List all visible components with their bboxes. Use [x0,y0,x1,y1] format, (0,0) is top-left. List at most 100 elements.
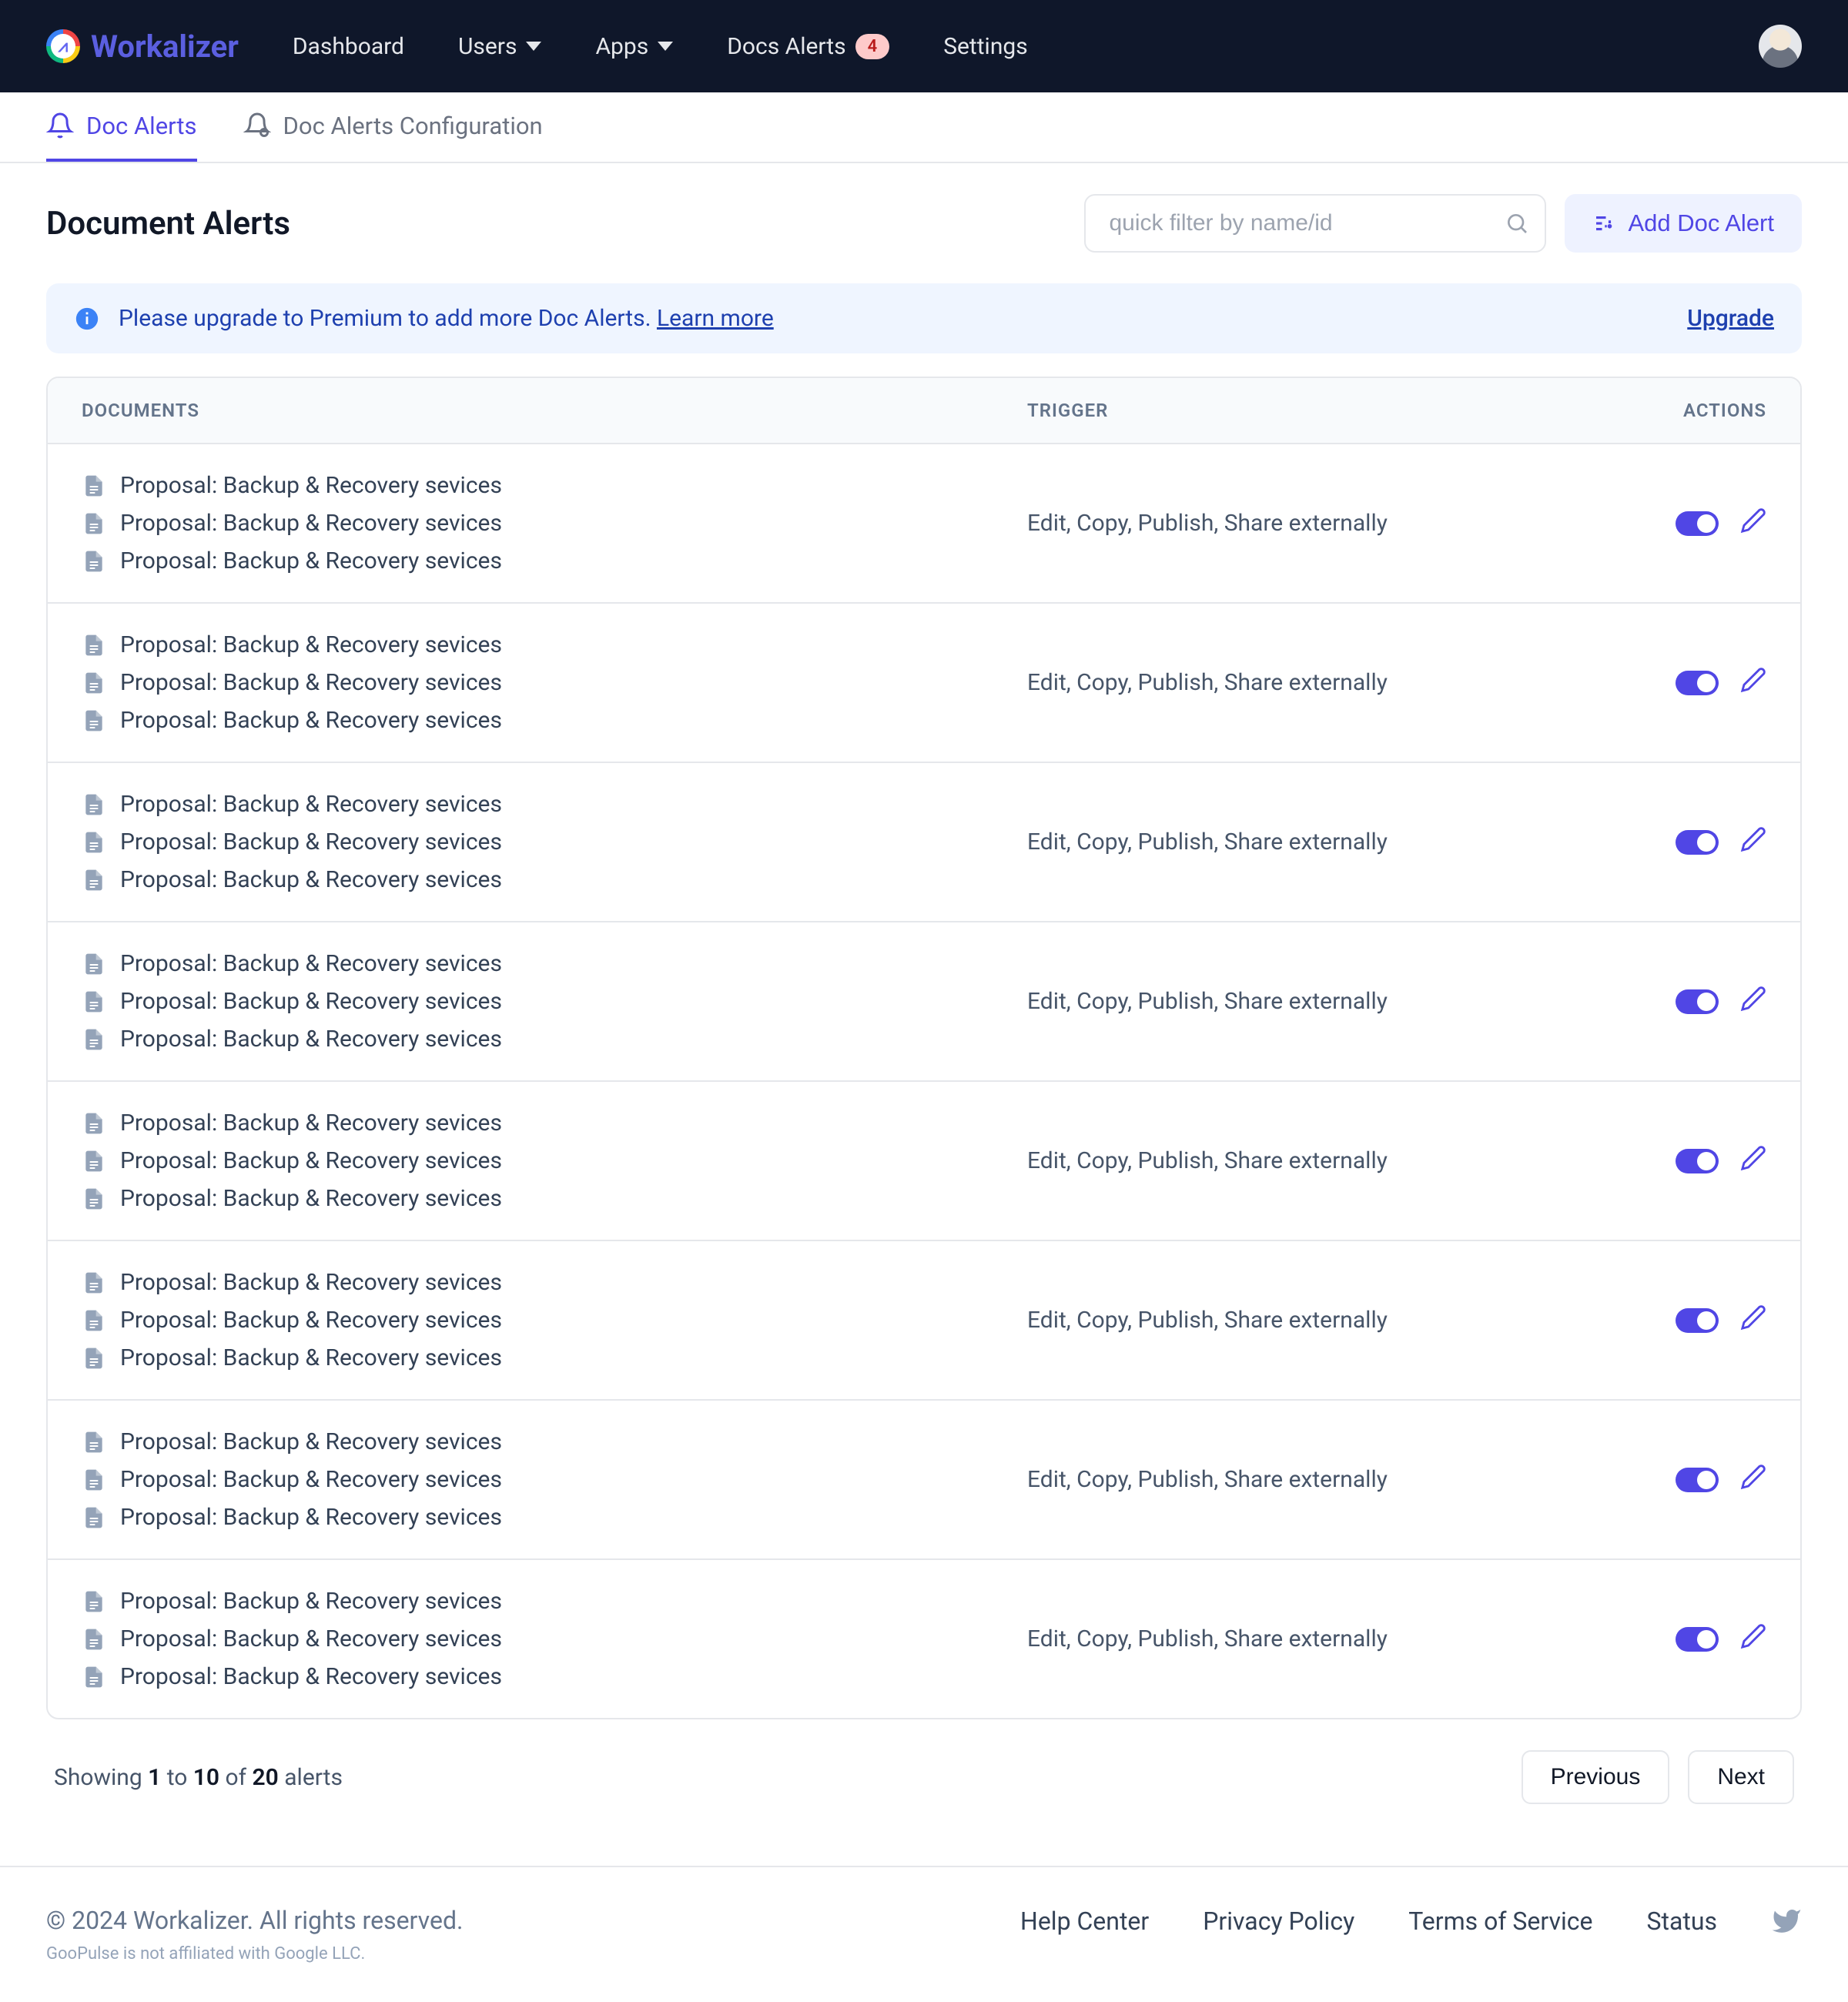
add-doc-alert-button[interactable]: Add Doc Alert [1565,194,1802,253]
document-item[interactable]: Proposal: Backup & Recovery sevices [82,1110,1027,1137]
edit-button[interactable] [1740,507,1766,540]
document-item[interactable]: Proposal: Backup & Recovery sevices [82,472,1027,499]
edit-button[interactable] [1740,1145,1766,1177]
enable-toggle[interactable] [1676,1468,1719,1492]
documents-cell: Proposal: Backup & Recovery sevices Propo… [82,791,1027,893]
info-icon [74,306,100,332]
document-icon [82,1627,106,1652]
enable-toggle[interactable] [1676,1627,1719,1652]
edit-button[interactable] [1740,986,1766,1018]
document-item[interactable]: Proposal: Backup & Recovery sevices [82,866,1027,893]
alerts-count-badge: 4 [855,34,890,59]
footer-help-link[interactable]: Help Center [1020,1907,1149,1936]
document-icon [82,1589,106,1614]
edit-button[interactable] [1740,826,1766,859]
document-item[interactable]: Proposal: Backup & Recovery sevices [82,950,1027,977]
footer-status-link[interactable]: Status [1647,1907,1718,1936]
footer-terms-link[interactable]: Terms of Service [1408,1907,1592,1936]
nav-users[interactable]: Users [458,33,542,60]
actions-cell [1628,667,1766,699]
document-item[interactable]: Proposal: Backup & Recovery sevices [82,1504,1027,1531]
trigger-cell: Edit, Copy, Publish, Share externally [1027,1625,1628,1652]
nav-apps[interactable]: Apps [595,33,673,60]
trigger-cell: Edit, Copy, Publish, Share externally [1027,669,1628,696]
actions-cell [1628,507,1766,540]
enable-toggle[interactable] [1676,830,1719,855]
document-item[interactable]: Proposal: Backup & Recovery sevices [82,631,1027,658]
copyright: © 2024 Workalizer. All rights reserved. [46,1906,463,1935]
previous-button[interactable]: Previous [1522,1750,1670,1804]
nav-dashboard[interactable]: Dashboard [293,33,404,60]
nav-docs-alerts[interactable]: Docs Alerts4 [727,33,889,60]
edit-icon [1740,986,1766,1012]
documents-cell: Proposal: Backup & Recovery sevices Propo… [82,1110,1027,1212]
document-item[interactable]: Proposal: Backup & Recovery sevices [82,1147,1027,1174]
next-button[interactable]: Next [1688,1750,1794,1804]
chevron-down-icon [658,42,673,51]
document-icon [82,1270,106,1295]
enable-toggle[interactable] [1676,511,1719,536]
document-item[interactable]: Proposal: Backup & Recovery sevices [82,988,1027,1015]
document-icon [82,830,106,855]
document-icon [82,1505,106,1530]
chevron-down-icon [526,42,541,51]
enable-toggle[interactable] [1676,989,1719,1014]
edit-button[interactable] [1740,1464,1766,1496]
table-row: Proposal: Backup & Recovery sevices Propo… [48,1399,1800,1558]
document-icon [82,1111,106,1136]
footer-privacy-link[interactable]: Privacy Policy [1203,1907,1354,1936]
edit-button[interactable] [1740,667,1766,699]
document-item[interactable]: Proposal: Backup & Recovery sevices [82,1269,1027,1296]
document-item[interactable]: Proposal: Backup & Recovery sevices [82,1307,1027,1334]
enable-toggle[interactable] [1676,1149,1719,1173]
documents-cell: Proposal: Backup & Recovery sevices Propo… [82,631,1027,734]
upgrade-banner: Please upgrade to Premium to add more Do… [46,283,1802,353]
edit-button[interactable] [1740,1623,1766,1656]
learn-more-link[interactable]: Learn more [657,305,774,332]
document-icon [82,549,106,574]
document-item[interactable]: Proposal: Backup & Recovery sevices [82,1026,1027,1053]
trigger-cell: Edit, Copy, Publish, Share externally [1027,829,1628,855]
table-header: DOCUMENTS TRIGGER ACTIONS [48,378,1800,443]
pagination: Showing 1 to 10 of 20 alerts Previous Ne… [46,1719,1802,1866]
documents-cell: Proposal: Backup & Recovery sevices Propo… [82,1269,1027,1371]
filter-input[interactable] [1084,194,1546,253]
app-header: ⩘ Workalizer Dashboard Users Apps Docs A… [0,0,1848,92]
document-item[interactable]: Proposal: Backup & Recovery sevices [82,791,1027,818]
trigger-cell: Edit, Copy, Publish, Share externally [1027,988,1628,1015]
document-item[interactable]: Proposal: Backup & Recovery sevices [82,547,1027,574]
table-row: Proposal: Backup & Recovery sevices Propo… [48,443,1800,602]
document-icon [82,1149,106,1173]
document-item[interactable]: Proposal: Backup & Recovery sevices [82,1588,1027,1615]
enable-toggle[interactable] [1676,671,1719,695]
document-item[interactable]: Proposal: Backup & Recovery sevices [82,669,1027,696]
alerts-table: DOCUMENTS TRIGGER ACTIONS Proposal: Back… [46,377,1802,1719]
nav-settings[interactable]: Settings [943,33,1028,60]
document-item[interactable]: Proposal: Backup & Recovery sevices [82,1185,1027,1212]
document-item[interactable]: Proposal: Backup & Recovery sevices [82,1428,1027,1455]
document-icon [82,792,106,817]
tab-doc-alerts-config[interactable]: Doc Alerts Configuration [243,92,543,162]
upgrade-link[interactable]: Upgrade [1687,305,1774,332]
logo[interactable]: ⩘ Workalizer [46,28,239,65]
document-item[interactable]: Proposal: Backup & Recovery sevices [82,1344,1027,1371]
document-item[interactable]: Proposal: Backup & Recovery sevices [82,1663,1027,1690]
tab-doc-alerts[interactable]: Doc Alerts [46,92,197,162]
document-icon [82,952,106,976]
document-item[interactable]: Proposal: Backup & Recovery sevices [82,829,1027,855]
document-icon [82,633,106,658]
twitter-icon[interactable] [1771,1906,1802,1937]
document-item[interactable]: Proposal: Backup & Recovery sevices [82,510,1027,537]
document-icon [82,1027,106,1052]
document-icon [82,708,106,733]
table-row: Proposal: Backup & Recovery sevices Propo… [48,1558,1800,1718]
document-item[interactable]: Proposal: Backup & Recovery sevices [82,1466,1027,1493]
enable-toggle[interactable] [1676,1308,1719,1333]
document-item[interactable]: Proposal: Backup & Recovery sevices [82,1625,1027,1652]
document-item[interactable]: Proposal: Backup & Recovery sevices [82,707,1027,734]
disclaimer: GooPulse is not affiliated with Google L… [46,1944,463,1964]
pagination-info: Showing 1 to 10 of 20 alerts [54,1764,343,1791]
user-avatar[interactable] [1759,25,1802,68]
document-icon [82,1308,106,1333]
edit-button[interactable] [1740,1304,1766,1337]
